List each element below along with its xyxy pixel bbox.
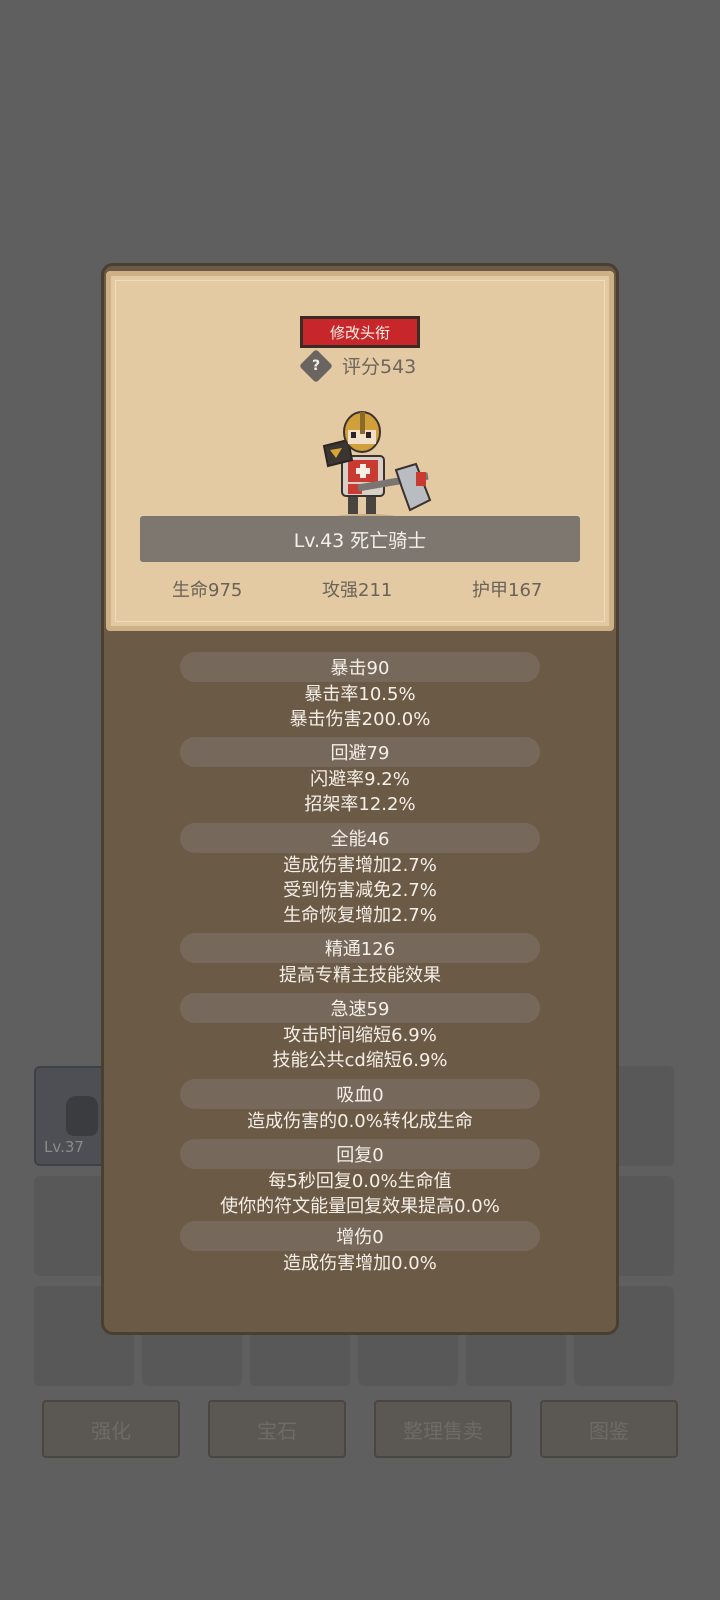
parry-rate-line: 招架率12.2%: [304, 794, 416, 815]
death-knight-sprite: [322, 411, 432, 522]
haste-header: 急速59: [180, 993, 540, 1023]
damage-boost-desc-line: 造成伤害增加0.0%: [283, 1253, 437, 1274]
haste-attack-line: 攻击时间缩短6.9%: [283, 1025, 437, 1046]
regen-hp-line: 每5秒回复0.0%生命值: [268, 1171, 452, 1192]
codex-button[interactable]: 图鉴: [540, 1400, 678, 1458]
change-title-button[interactable]: 修改头衔: [300, 316, 420, 348]
crit-damage-line: 暴击伤害200.0%: [289, 709, 431, 730]
crit-header: 暴击90: [180, 652, 540, 682]
hp-stat: 生命975: [172, 580, 243, 601]
versatility-header: 全能46: [180, 823, 540, 853]
crit-rate-line: 暴击率10.5%: [304, 684, 416, 705]
mastery-header: 精通126: [180, 933, 540, 963]
haste-cd-line: 技能公共cd缩短6.9%: [272, 1050, 448, 1071]
damage-boost-header: 增伤0: [180, 1221, 540, 1251]
mastery-desc-line: 提高专精主技能效果: [279, 965, 441, 986]
vers-heal-line: 生命恢复增加2.7%: [283, 905, 437, 926]
regen-rune-line: 使你的符文能量回复效果提高0.0%: [220, 1196, 500, 1217]
help-icon[interactable]: ?: [299, 349, 333, 383]
gem-button[interactable]: 宝石: [208, 1400, 346, 1458]
hero-name-banner: Lv.43 死亡骑士: [140, 516, 580, 562]
dodge-rate-line: 闪避率9.2%: [310, 769, 410, 790]
vers-reduction-line: 受到伤害减免2.7%: [283, 880, 437, 901]
item-level-label: Lv.37: [44, 1138, 84, 1156]
enhance-button[interactable]: 强化: [42, 1400, 180, 1458]
potion-icon: [66, 1096, 98, 1136]
question-mark: ?: [311, 358, 321, 374]
regen-header: 回复0: [180, 1139, 540, 1169]
sort-sell-button[interactable]: 整理售卖: [374, 1400, 512, 1458]
score-label: 评分543: [342, 356, 417, 378]
lifesteal-desc-line: 造成伤害的0.0%转化成生命: [247, 1111, 473, 1132]
armor-stat: 护甲167: [472, 580, 543, 601]
vers-damage-line: 造成伤害增加2.7%: [283, 855, 437, 876]
dodge-header: 回避79: [180, 737, 540, 767]
lifesteal-header: 吸血0: [180, 1079, 540, 1109]
attack-stat: 攻强211: [322, 580, 393, 601]
